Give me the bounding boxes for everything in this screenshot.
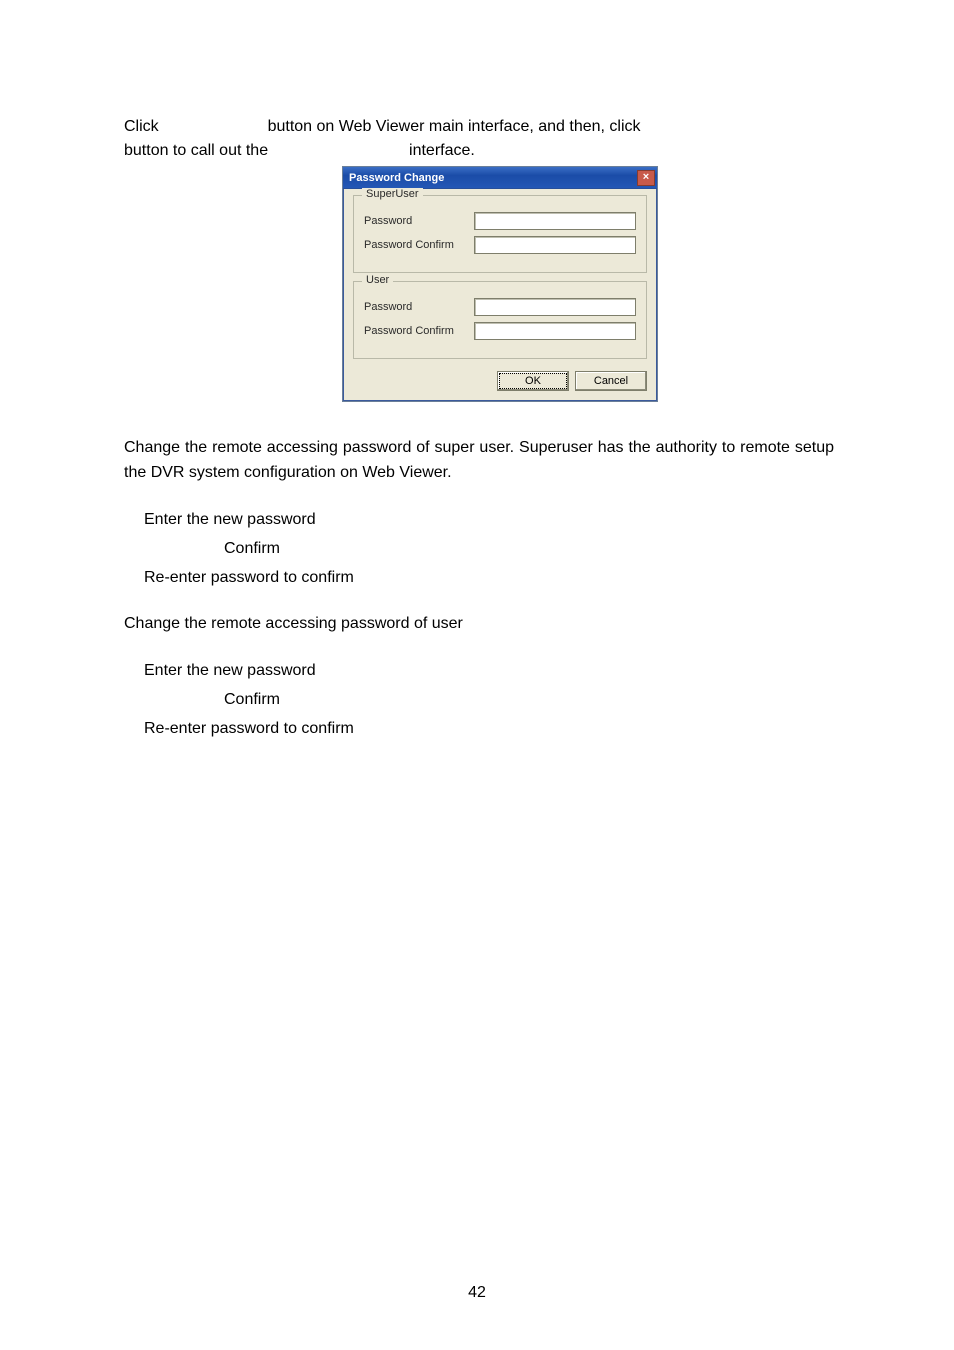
- intro-post: button on Web Viewer main interface, and…: [268, 118, 641, 135]
- dialog-titlebar: Password Change ×: [343, 167, 657, 189]
- user-password-label: Password: [364, 301, 474, 313]
- group-user-legend: User: [362, 274, 393, 286]
- user-desc: Change the remote accessing password of …: [124, 612, 834, 637]
- callout-2: (2): [301, 284, 314, 296]
- user-enter-new-password: Enter the new password: [124, 659, 834, 684]
- password-change-dialog: Password Change × SuperUser Password Pas…: [342, 166, 658, 402]
- callout-2-line: [316, 290, 342, 291]
- superuser-confirm-input[interactable]: [474, 236, 636, 254]
- group-superuser: SuperUser Password Password Confirm: [353, 195, 647, 273]
- superuser-password-input[interactable]: [474, 212, 636, 230]
- superuser-confirm-label: Password Confirm: [364, 239, 474, 251]
- user-confirm-label-text: Confirm: [124, 688, 834, 713]
- user-password-input[interactable]: [474, 298, 636, 316]
- intro2-pre: button to call out the: [124, 142, 268, 159]
- dialog-title: Password Change: [349, 172, 637, 184]
- intro2-post: interface.: [409, 142, 475, 159]
- user-confirm-label: Password Confirm: [364, 325, 474, 337]
- callout-1-line: [316, 202, 342, 203]
- intro-pre: Click: [124, 118, 159, 135]
- superuser-password-label: Password: [364, 215, 474, 227]
- group-superuser-legend: SuperUser: [362, 188, 423, 200]
- su-confirm-label: Confirm: [124, 537, 834, 562]
- su-enter-new-password: Enter the new password: [124, 508, 834, 533]
- page-number: 42: [0, 1284, 954, 1302]
- user-reenter: Re-enter password to confirm: [124, 717, 834, 742]
- ok-button[interactable]: OK: [497, 371, 569, 391]
- su-reenter: Re-enter password to confirm: [124, 566, 834, 591]
- superuser-desc: Change the remote accessing password of …: [124, 436, 834, 486]
- group-user: User Password Password Confirm: [353, 281, 647, 359]
- user-confirm-input[interactable]: [474, 322, 636, 340]
- callout-1: (1): [301, 196, 314, 208]
- close-icon[interactable]: ×: [637, 170, 655, 186]
- cancel-button[interactable]: Cancel: [575, 371, 647, 391]
